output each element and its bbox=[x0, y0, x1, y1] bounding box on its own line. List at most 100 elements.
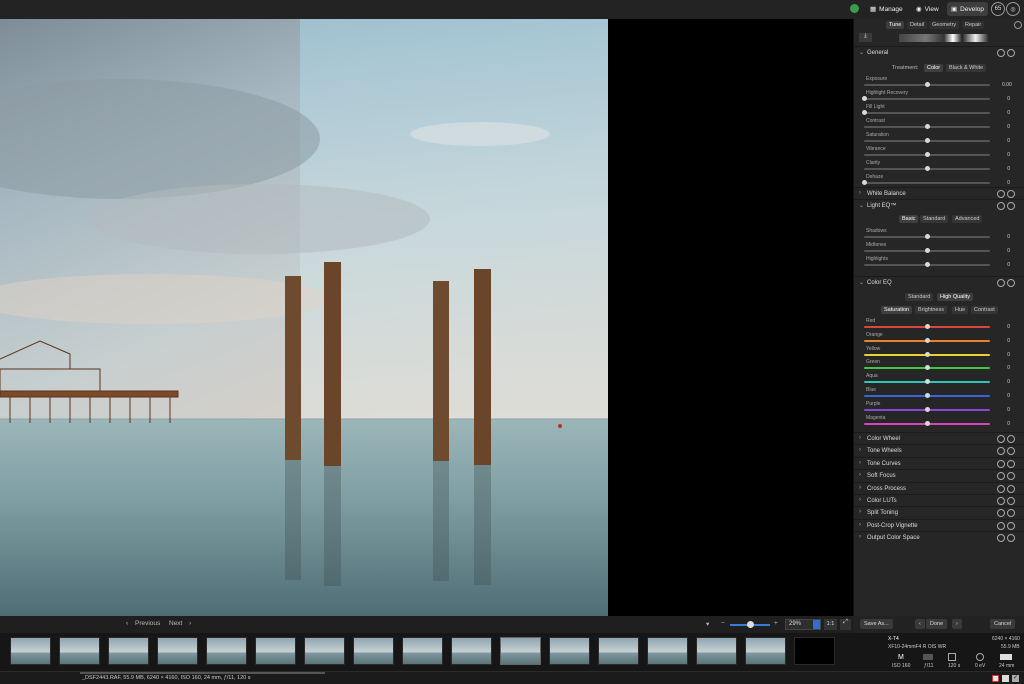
color-eq-hue-tab[interactable]: Hue bbox=[952, 306, 969, 314]
tab-geometry[interactable]: Geometry bbox=[929, 21, 960, 29]
toggle-icon[interactable] bbox=[1007, 459, 1015, 468]
filmstrip-thumbnail[interactable] bbox=[108, 637, 149, 665]
save-as-button[interactable]: Save As... bbox=[860, 619, 893, 629]
filmstrip-thumbnail[interactable] bbox=[451, 637, 492, 665]
section-light-eq[interactable]: ⌄ Light EQ™ bbox=[854, 199, 1024, 211]
treatment-color-button[interactable]: Color bbox=[924, 64, 944, 72]
filmstrip-thumbnail[interactable] bbox=[745, 637, 786, 665]
slider-track[interactable] bbox=[864, 420, 990, 426]
filmstrip-thumbnail[interactable] bbox=[353, 637, 394, 665]
done-button[interactable]: Done bbox=[926, 619, 948, 629]
develop-mode-button[interactable]: ▣ Develop bbox=[947, 2, 989, 16]
color-eq-contrast-tab[interactable]: Contrast bbox=[971, 306, 998, 314]
filmstrip-thumbnail[interactable] bbox=[696, 637, 737, 665]
slider-knob[interactable] bbox=[925, 248, 930, 253]
filmstrip-thumbnail[interactable] bbox=[255, 637, 296, 665]
filmstrip-thumbnail[interactable] bbox=[206, 637, 247, 665]
slider-track[interactable] bbox=[864, 82, 990, 87]
section-post-crop-vignette[interactable]: › Post-Crop Vignette bbox=[854, 518, 1024, 531]
slider-track[interactable] bbox=[862, 110, 990, 115]
manage-mode-button[interactable]: ▦ Manage bbox=[866, 2, 907, 16]
user-avatar[interactable] bbox=[850, 4, 859, 13]
previous-button[interactable]: Previous bbox=[135, 620, 160, 627]
reset-icon[interactable] bbox=[997, 497, 1005, 505]
toggle-icon[interactable] bbox=[1007, 435, 1015, 443]
fit-screen-icon[interactable]: ⤢ bbox=[840, 619, 851, 630]
section-cross-process[interactable]: › Cross Process bbox=[854, 481, 1024, 494]
chevron-right-icon[interactable]: › bbox=[189, 620, 191, 627]
toggle-icon[interactable] bbox=[1007, 534, 1015, 543]
reset-icon[interactable] bbox=[997, 484, 1005, 493]
reset-icon[interactable] bbox=[997, 509, 1005, 518]
color-eq-high-quality-button[interactable]: High Quality bbox=[937, 293, 973, 301]
reset-icon[interactable] bbox=[997, 49, 1005, 57]
view-mode-button[interactable]: ◉ View bbox=[912, 2, 943, 16]
slider-track[interactable] bbox=[864, 152, 990, 157]
slider-knob[interactable] bbox=[925, 393, 930, 398]
section-tone-curves[interactable]: › Tone Curves bbox=[854, 456, 1024, 469]
reset-icon[interactable] bbox=[997, 459, 1005, 468]
section-split-toning[interactable]: › Split Toning bbox=[854, 506, 1024, 518]
zoom-slider-knob[interactable] bbox=[747, 621, 754, 628]
slider-knob[interactable] bbox=[862, 110, 867, 115]
section-color-luts[interactable]: › Color LUTs bbox=[854, 494, 1024, 506]
filmstrip-thumbnail[interactable] bbox=[157, 637, 198, 665]
toggle-icon[interactable] bbox=[1007, 472, 1015, 481]
options-icon[interactable] bbox=[1014, 21, 1022, 29]
slider-knob[interactable] bbox=[925, 124, 930, 129]
filmstrip-thumbnail[interactable] bbox=[500, 637, 541, 665]
reset-icon[interactable] bbox=[997, 472, 1005, 481]
scrollbar[interactable] bbox=[80, 672, 325, 674]
section-general[interactable]: ⌄ General bbox=[854, 46, 1024, 58]
slider-track[interactable] bbox=[864, 248, 990, 253]
slider-track[interactable] bbox=[864, 337, 990, 343]
toggle-icon[interactable] bbox=[1007, 497, 1015, 505]
slider-knob[interactable] bbox=[925, 420, 930, 426]
filmstrip-thumbnail[interactable] bbox=[794, 637, 835, 665]
zoom-value-field[interactable]: 29% bbox=[785, 619, 821, 630]
treatment-bw-button[interactable]: Black & White bbox=[946, 64, 987, 72]
tab-tune[interactable]: Tune bbox=[886, 21, 905, 29]
badge-65-icon[interactable]: 65 bbox=[991, 2, 1005, 16]
reset-icon[interactable] bbox=[997, 447, 1005, 456]
cancel-button[interactable]: Cancel bbox=[990, 619, 1016, 629]
slider-track[interactable] bbox=[862, 96, 990, 101]
reset-icon[interactable] bbox=[997, 279, 1005, 287]
toggle-icon[interactable] bbox=[1007, 509, 1015, 518]
toggle-icon[interactable] bbox=[1007, 202, 1015, 210]
slider-knob[interactable] bbox=[862, 96, 867, 101]
slider-knob[interactable] bbox=[925, 324, 930, 329]
next-button[interactable]: Next bbox=[169, 620, 182, 627]
preset-import-icon[interactable]: ⤓ bbox=[859, 33, 872, 42]
image-viewer[interactable] bbox=[0, 19, 853, 616]
eye-slash-icon[interactable]: ◎ bbox=[1006, 2, 1020, 16]
slider-track[interactable] bbox=[864, 379, 990, 385]
tab-detail[interactable]: Detail bbox=[907, 21, 928, 29]
slider-knob[interactable] bbox=[925, 351, 930, 357]
slider-track[interactable] bbox=[864, 262, 990, 267]
light-eq-advanced-button[interactable]: Advanced bbox=[952, 215, 983, 223]
color-eq-saturation-tab[interactable]: Saturation bbox=[881, 306, 913, 314]
filmstrip-thumbnail[interactable] bbox=[647, 637, 688, 665]
section-white-balance[interactable]: › White Balance bbox=[854, 187, 1024, 199]
toggle-icon[interactable] bbox=[1007, 49, 1015, 57]
flag-icon[interactable] bbox=[1002, 675, 1009, 682]
toggle-icon[interactable] bbox=[1007, 190, 1015, 198]
slider-track[interactable] bbox=[864, 393, 990, 398]
reset-icon[interactable] bbox=[997, 202, 1005, 210]
section-tone-wheels[interactable]: › Tone Wheels bbox=[854, 444, 1024, 456]
slider-knob[interactable] bbox=[925, 166, 930, 171]
color-eq-brightness-tab[interactable]: Brightness bbox=[915, 306, 947, 314]
one-to-one-button[interactable]: 1:1 bbox=[824, 619, 837, 630]
reset-icon[interactable] bbox=[997, 534, 1005, 543]
checkmark-icon[interactable]: ✓ bbox=[1012, 675, 1019, 682]
filmstrip[interactable]: X-T4 XF10-24mmF4 R OIS WR 6240 × 4160 55… bbox=[0, 633, 1024, 671]
slider-track[interactable] bbox=[864, 351, 990, 357]
zoom-out-icon[interactable]: − bbox=[721, 620, 725, 627]
reset-icon[interactable] bbox=[997, 521, 1005, 530]
slider-track[interactable] bbox=[864, 138, 990, 143]
section-soft-focus[interactable]: › Soft Focus bbox=[854, 469, 1024, 481]
reset-icon[interactable] bbox=[997, 190, 1005, 198]
slider-knob[interactable] bbox=[862, 180, 867, 185]
section-color-eq[interactable]: ⌄ Color EQ bbox=[854, 276, 1024, 288]
